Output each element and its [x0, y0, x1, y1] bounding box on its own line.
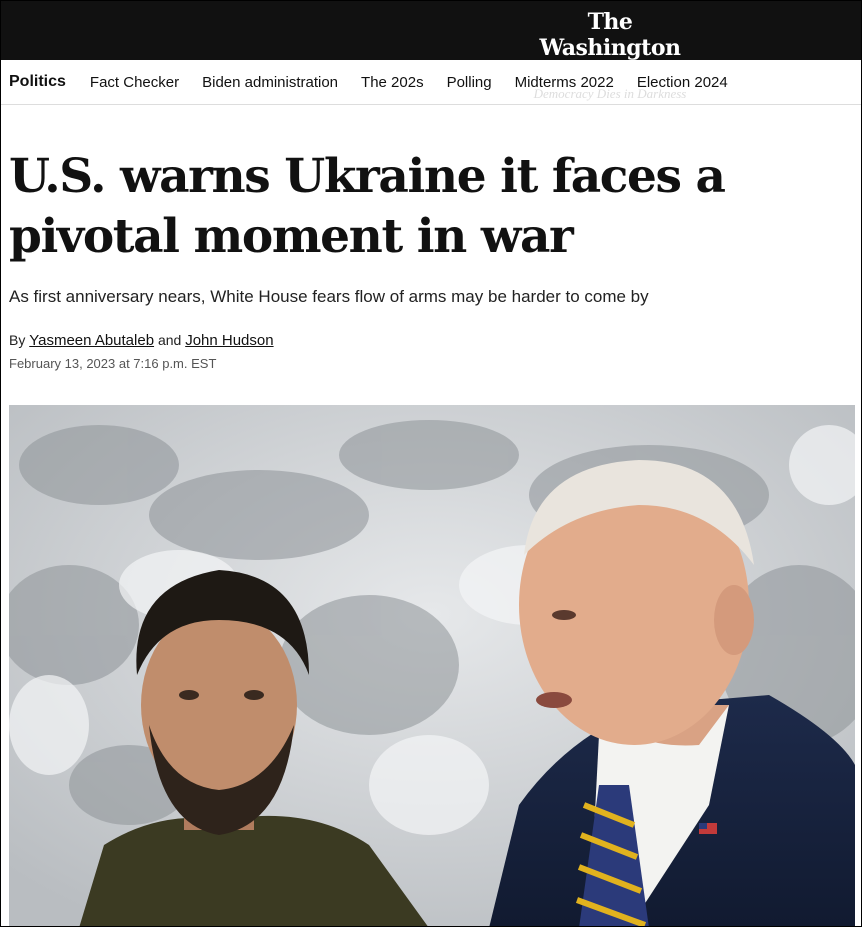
- nav-item-the-202s[interactable]: The 202s: [361, 74, 424, 91]
- author-link-yasmeen-abutaleb[interactable]: Yasmeen Abutaleb: [29, 332, 154, 349]
- page-frame: The Washington Post Democracy Dies in Da…: [0, 0, 862, 927]
- nav-item-biden-administration[interactable]: Biden administration: [202, 74, 338, 91]
- byline-conjunction: and: [157, 332, 182, 348]
- byline-prefix: By: [9, 332, 26, 348]
- nav-item-fact-checker[interactable]: Fact Checker: [90, 74, 179, 91]
- nav-item-midterms-2022[interactable]: Midterms 2022: [515, 74, 614, 91]
- nav-section-politics[interactable]: Politics: [9, 73, 66, 91]
- masthead: The Washington Post Democracy Dies in Da…: [1, 1, 861, 101]
- nav-item-election-2024[interactable]: Election 2024: [637, 74, 728, 91]
- nav-item-polling[interactable]: Polling: [447, 74, 492, 91]
- hero-photo-illustration: [9, 405, 855, 926]
- article-headline: U.S. warns Ukraine it faces a pivotal mo…: [9, 149, 726, 264]
- section-nav: Politics Fact Checker Biden administrati…: [1, 60, 861, 105]
- byline: By Yasmeen Abutaleb and John Hudson: [9, 332, 274, 349]
- article-subheadline: As first anniversary nears, White House …: [9, 287, 649, 306]
- publish-date: February 13, 2023 at 7:16 p.m. EST: [9, 356, 217, 371]
- hero-photo[interactable]: [9, 405, 855, 926]
- author-link-john-hudson[interactable]: John Hudson: [185, 332, 273, 349]
